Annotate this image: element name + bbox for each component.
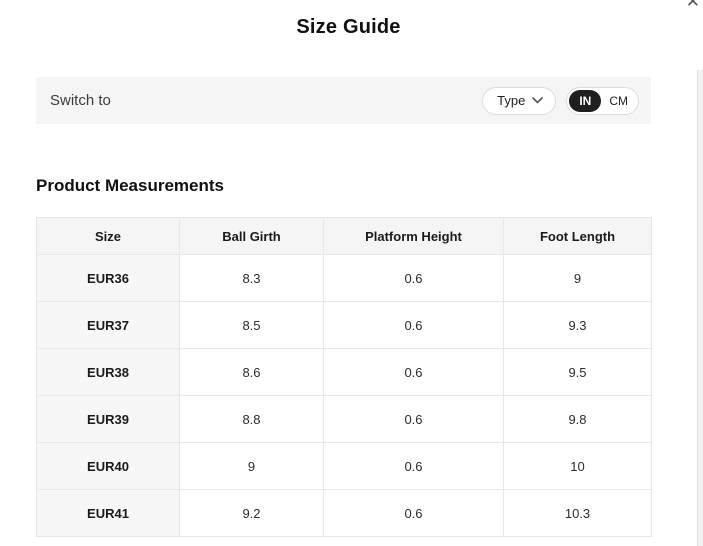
size-label: EUR41 bbox=[37, 490, 180, 537]
platform-height-value: 0.6 bbox=[324, 490, 504, 537]
ball-girth-value: 8.3 bbox=[180, 255, 324, 302]
foot-length-value: 9.8 bbox=[504, 396, 652, 443]
ball-girth-value: 8.5 bbox=[180, 302, 324, 349]
table-row: EUR38 8.6 0.6 9.5 bbox=[37, 349, 652, 396]
scrollbar[interactable] bbox=[697, 70, 703, 546]
unit-toggle-in[interactable]: IN bbox=[569, 90, 601, 112]
foot-length-value: 9.3 bbox=[504, 302, 652, 349]
size-label: EUR36 bbox=[37, 255, 180, 302]
platform-height-value: 0.6 bbox=[324, 396, 504, 443]
ball-girth-value: 8.8 bbox=[180, 396, 324, 443]
platform-height-value: 0.6 bbox=[324, 302, 504, 349]
table-row: EUR39 8.8 0.6 9.8 bbox=[37, 396, 652, 443]
unit-toggle: IN CM bbox=[566, 87, 639, 115]
platform-height-value: 0.6 bbox=[324, 443, 504, 490]
switch-to-label: Switch to bbox=[50, 92, 482, 109]
switch-to-bar: Switch to Type IN CM bbox=[36, 77, 651, 124]
unit-toggle-cm[interactable]: CM bbox=[601, 90, 636, 112]
chevron-down-icon bbox=[532, 97, 543, 104]
column-header-foot-length: Foot Length bbox=[504, 218, 652, 255]
table-header-row: Size Ball Girth Platform Height Foot Len… bbox=[37, 218, 652, 255]
size-label: EUR38 bbox=[37, 349, 180, 396]
ball-girth-value: 9 bbox=[180, 443, 324, 490]
column-header-size: Size bbox=[37, 218, 180, 255]
ball-girth-value: 8.6 bbox=[180, 349, 324, 396]
ball-girth-value: 9.2 bbox=[180, 490, 324, 537]
column-header-platform-height: Platform Height bbox=[324, 218, 504, 255]
size-table: Size Ball Girth Platform Height Foot Len… bbox=[36, 217, 652, 537]
close-icon[interactable]: ✕ bbox=[684, 0, 702, 12]
type-dropdown[interactable]: Type bbox=[482, 87, 556, 115]
platform-height-value: 0.6 bbox=[324, 349, 504, 396]
size-label: EUR37 bbox=[37, 302, 180, 349]
column-header-ball-girth: Ball Girth bbox=[180, 218, 324, 255]
type-dropdown-label: Type bbox=[497, 93, 525, 108]
foot-length-value: 10 bbox=[504, 443, 652, 490]
foot-length-value: 9.5 bbox=[504, 349, 652, 396]
foot-length-value: 9 bbox=[504, 255, 652, 302]
section-heading: Product Measurements bbox=[36, 176, 224, 196]
dialog-title: Size Guide bbox=[0, 16, 697, 39]
table-row: EUR41 9.2 0.6 10.3 bbox=[37, 490, 652, 537]
table-row: EUR40 9 0.6 10 bbox=[37, 443, 652, 490]
platform-height-value: 0.6 bbox=[324, 255, 504, 302]
table-row: EUR37 8.5 0.6 9.3 bbox=[37, 302, 652, 349]
table-row: EUR36 8.3 0.6 9 bbox=[37, 255, 652, 302]
size-label: EUR39 bbox=[37, 396, 180, 443]
foot-length-value: 10.3 bbox=[504, 490, 652, 537]
size-label: EUR40 bbox=[37, 443, 180, 490]
